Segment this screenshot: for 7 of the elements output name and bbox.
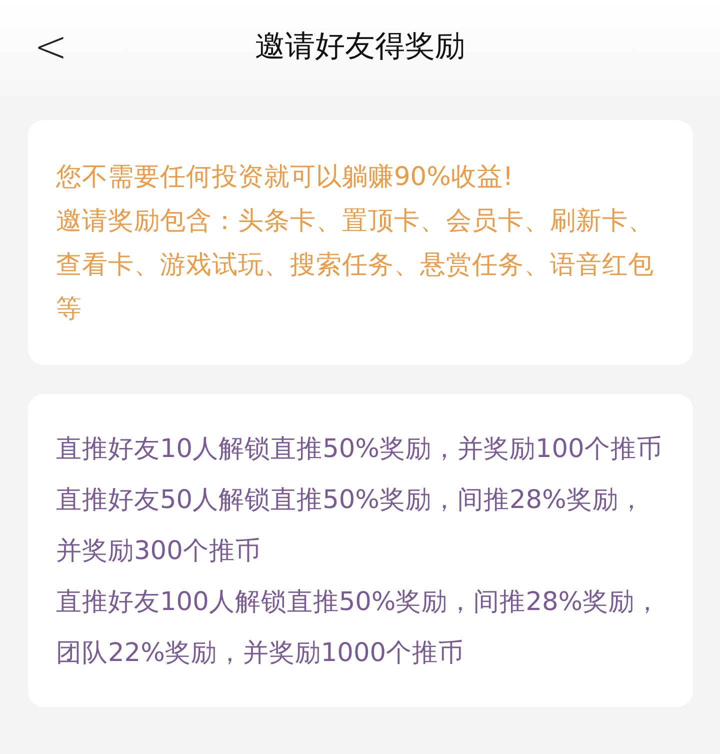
reward-rule-text: 直推好友10人解锁直推50%奖励，并奖励100个推币: [56, 433, 664, 466]
reward-rule-text: 直推好友50人解锁直推50%奖励，间推28%奖励，并奖励300个推币: [56, 484, 646, 568]
reward-rule-text: 直推好友100人解锁直推50%奖励，间推28%奖励，团队22%奖励，并奖励1000个推币: [56, 586, 662, 670]
back-button[interactable]: <: [28, 20, 74, 74]
page-title: 邀请好友得奖励: [255, 28, 465, 66]
intro-text: 邀请奖励包含：头条卡、置顶卡、会员卡、刷新卡、查看卡、游戏试玩、搜索任务、悬赏任务、语音红包等: [56, 205, 655, 326]
intro-text: 您不需要任何投资就可以躺赚90%收益!: [56, 161, 514, 194]
